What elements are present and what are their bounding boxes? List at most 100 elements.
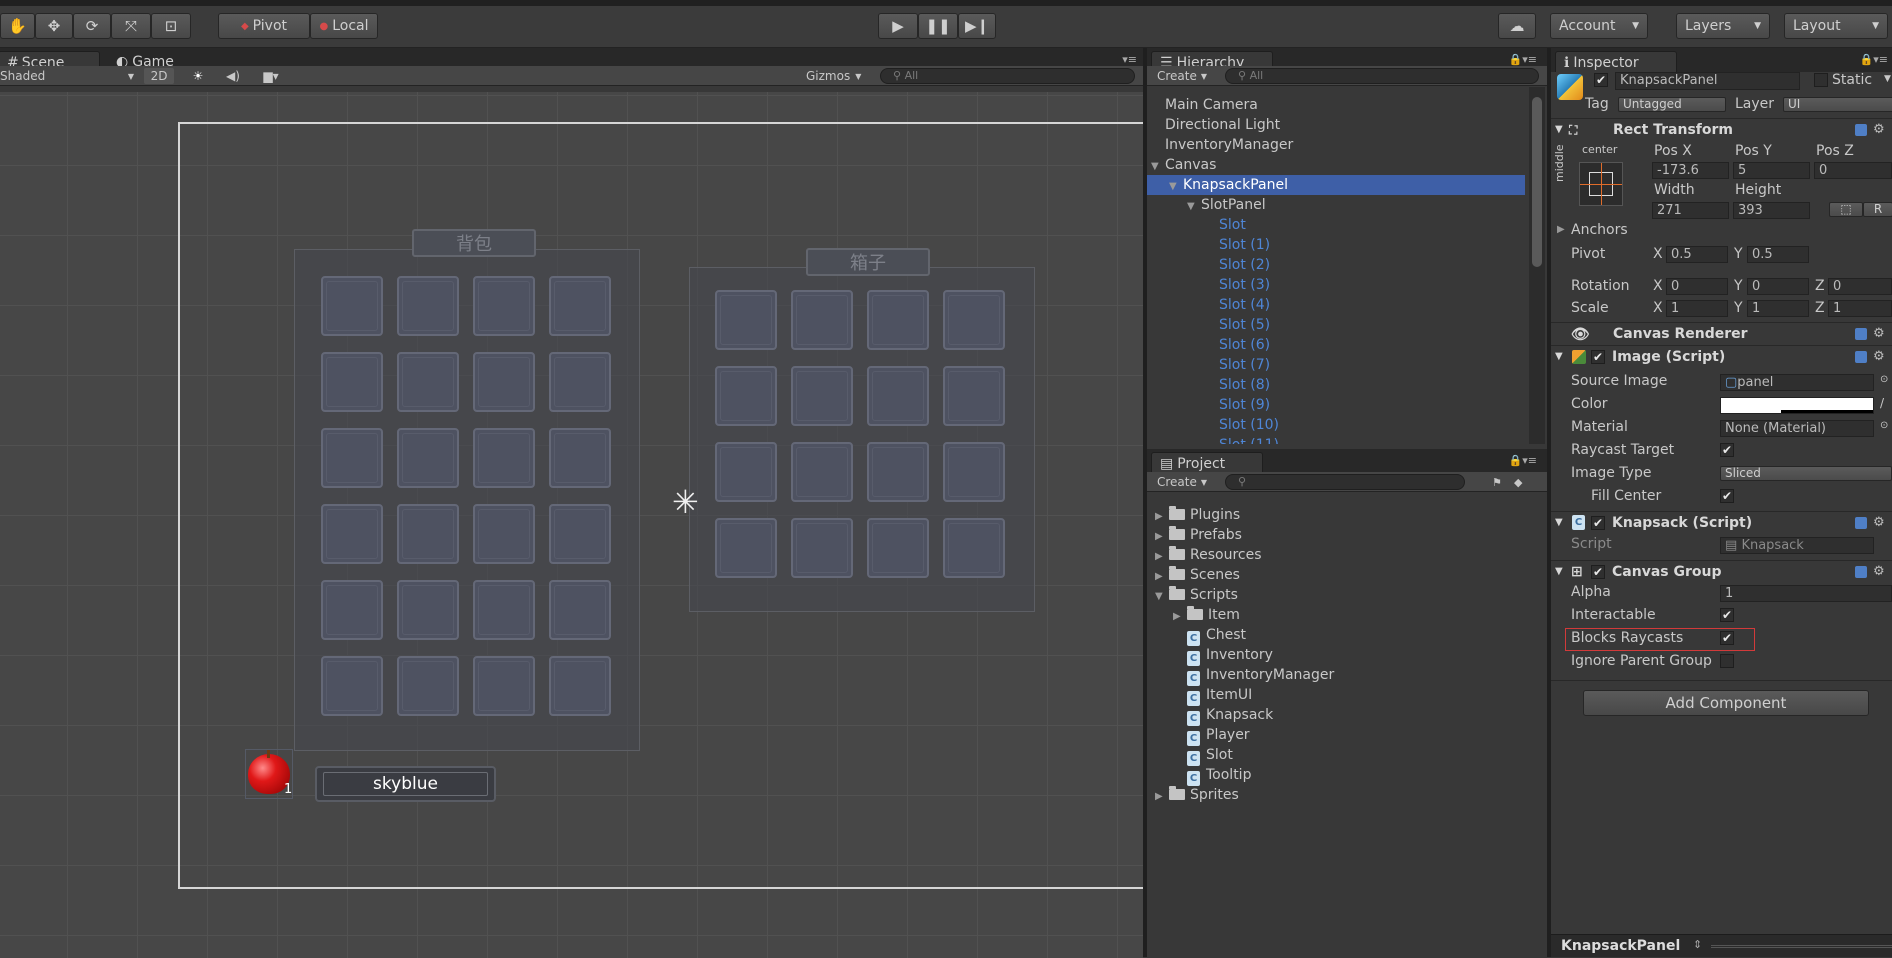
color-swatch[interactable] xyxy=(1720,397,1874,414)
inventory-slot[interactable] xyxy=(715,290,777,350)
ignore-parent-group-checkbox[interactable]: . xyxy=(1720,654,1734,668)
rot-x-field[interactable]: 0 xyxy=(1666,278,1728,295)
hierarchy-item[interactable]: Slot (2) xyxy=(1147,255,1525,275)
pos-y-field[interactable]: 5 xyxy=(1733,162,1810,179)
pos-z-field[interactable]: 0 xyxy=(1814,162,1892,179)
anchors-label[interactable]: Anchors xyxy=(1571,222,1628,238)
help-icon[interactable] xyxy=(1855,124,1867,136)
hierarchy-item[interactable]: ▼ Canvas xyxy=(1147,155,1525,175)
project-item[interactable]: C Tooltip xyxy=(1173,765,1251,786)
hierarchy-item[interactable]: Main Camera xyxy=(1147,95,1525,115)
inventory-slot[interactable] xyxy=(549,352,611,412)
blueprint-mode-button[interactable]: ⬚ xyxy=(1829,202,1863,217)
inventory-slot[interactable] xyxy=(867,290,929,350)
inventory-slot[interactable] xyxy=(549,428,611,488)
canvas-renderer-header[interactable]: 👁 Canvas Renderer ⚙ xyxy=(1551,322,1892,344)
inventory-slot[interactable] xyxy=(715,366,777,426)
rot-y-field[interactable]: 0 xyxy=(1747,278,1809,295)
scene-view[interactable]: 背包 箱子 ✳ 1 skyblue xyxy=(0,92,1143,958)
expand-triangle-icon[interactable]: ▼ xyxy=(1169,177,1183,197)
chest-panel[interactable] xyxy=(689,267,1035,612)
inventory-slot[interactable] xyxy=(473,580,535,640)
project-item[interactable]: ▶ Plugins xyxy=(1155,505,1240,525)
panel-menu-icon[interactable]: ▾≡ xyxy=(1122,53,1137,66)
rect-tool-button[interactable]: ⊡ xyxy=(151,13,191,39)
filter-label-icon[interactable]: ◆ xyxy=(1514,474,1532,490)
scale-x-field[interactable]: 1 xyxy=(1666,300,1728,317)
inventory-slot[interactable] xyxy=(867,366,929,426)
expand-triangle-icon[interactable]: ▼ xyxy=(1187,197,1201,217)
pivot-x-field[interactable]: 0.5 xyxy=(1666,246,1728,263)
material-field[interactable]: None (Material) xyxy=(1720,420,1874,437)
inventory-slot[interactable] xyxy=(943,518,1005,578)
raycast-target-checkbox[interactable]: ✔ xyxy=(1720,443,1734,457)
chevron-down-icon[interactable]: ▼ xyxy=(1884,74,1891,84)
active-checkbox[interactable]: ✔ xyxy=(1594,73,1608,87)
expand-triangle-icon[interactable]: ▼ xyxy=(1155,587,1169,607)
project-item[interactable]: C Slot xyxy=(1173,745,1233,766)
image-enabled-checkbox[interactable]: ✔ xyxy=(1591,350,1605,364)
scale-tool-button[interactable]: ⤧ xyxy=(111,13,151,39)
hierarchy-search-input[interactable]: ⚲ All xyxy=(1225,68,1539,84)
hierarchy-item[interactable]: ▼ KnapsackPanel xyxy=(1147,175,1525,195)
gear-icon[interactable]: ⚙ xyxy=(1873,512,1885,534)
inventory-slot[interactable] xyxy=(473,276,535,336)
expand-triangle-icon[interactable]: ▼ xyxy=(1151,157,1165,177)
object-picker-icon[interactable]: ⊙ xyxy=(1880,374,1888,385)
rotate-tool-button[interactable]: ⟳ xyxy=(73,13,111,39)
inventory-slot[interactable] xyxy=(943,442,1005,502)
alpha-field[interactable]: 1 xyxy=(1720,585,1892,602)
lock-icon[interactable]: 🔒▾≡ xyxy=(1509,53,1537,66)
cloud-button[interactable]: ☁ xyxy=(1498,13,1536,39)
inventory-slot[interactable] xyxy=(397,656,459,716)
shading-mode-dropdown[interactable]: Shaded ▼ xyxy=(0,68,138,84)
hierarchy-item[interactable]: ▼ SlotPanel xyxy=(1147,195,1525,215)
hierarchy-scrollbar[interactable] xyxy=(1529,87,1545,444)
inventory-slot[interactable] xyxy=(321,276,383,336)
inventory-slot[interactable] xyxy=(791,518,853,578)
hierarchy-item[interactable]: Slot (6) xyxy=(1147,335,1525,355)
effects-toggle-icon[interactable]: ▆▾ xyxy=(256,68,286,84)
inventory-slot[interactable] xyxy=(473,656,535,716)
move-tool-button[interactable]: ✥ xyxy=(35,13,73,39)
pos-x-field[interactable]: -173.6 xyxy=(1652,162,1729,179)
pivot-handle-icon[interactable]: ✳ xyxy=(672,486,699,518)
inventory-slot[interactable] xyxy=(473,352,535,412)
inventory-slot[interactable] xyxy=(791,290,853,350)
object-name-field[interactable]: KnapsackPanel xyxy=(1615,72,1800,90)
2d-toggle[interactable]: 2D xyxy=(144,68,174,84)
inventory-slot[interactable] xyxy=(549,656,611,716)
hierarchy-item[interactable]: Slot (8) xyxy=(1147,375,1525,395)
static-checkbox[interactable]: . xyxy=(1814,73,1828,87)
lock-icon[interactable]: 🔒▾≡ xyxy=(1860,53,1888,66)
scale-y-field[interactable]: 1 xyxy=(1747,300,1809,317)
inventory-slot[interactable] xyxy=(321,504,383,564)
collapse-triangle-icon[interactable]: ▶ xyxy=(1557,224,1565,235)
project-item[interactable]: ▼ Scripts xyxy=(1155,585,1238,605)
height-field[interactable]: 393 xyxy=(1733,202,1810,219)
hierarchy-item[interactable]: Directional Light xyxy=(1147,115,1525,135)
hierarchy-item[interactable]: Slot (10) xyxy=(1147,415,1525,435)
knapsack-panel[interactable] xyxy=(294,249,640,751)
project-item[interactable]: ▶ Prefabs xyxy=(1155,525,1242,545)
layout-dropdown[interactable]: Layout ▼ xyxy=(1784,13,1888,39)
inventory-slot[interactable] xyxy=(943,290,1005,350)
inventory-slot[interactable] xyxy=(321,656,383,716)
hierarchy-item[interactable]: InventoryManager xyxy=(1147,135,1525,155)
account-dropdown[interactable]: Account ▼ xyxy=(1550,13,1648,39)
inventory-slot[interactable] xyxy=(397,352,459,412)
expand-triangle-icon[interactable]: ▶ xyxy=(1155,527,1169,547)
eyedropper-icon[interactable]: / xyxy=(1880,396,1884,410)
project-item[interactable]: C InventoryManager xyxy=(1173,665,1334,686)
inventory-slot[interactable] xyxy=(791,366,853,426)
tab-inspector[interactable]: ℹ Inspector xyxy=(1555,51,1677,73)
interactable-checkbox[interactable]: ✔ xyxy=(1720,608,1734,622)
gizmos-dropdown[interactable]: Gizmos ▼ xyxy=(806,68,870,84)
image-type-dropdown[interactable]: Sliced xyxy=(1720,466,1892,481)
knapsack-enabled-checkbox[interactable]: ✔ xyxy=(1591,516,1605,530)
inventory-slot[interactable] xyxy=(397,580,459,640)
add-component-button[interactable]: Add Component xyxy=(1583,690,1869,716)
gear-icon[interactable]: ⚙ xyxy=(1873,346,1885,368)
project-create-dropdown[interactable]: Create ▼ xyxy=(1157,474,1217,490)
project-item[interactable]: C Knapsack xyxy=(1173,705,1273,726)
